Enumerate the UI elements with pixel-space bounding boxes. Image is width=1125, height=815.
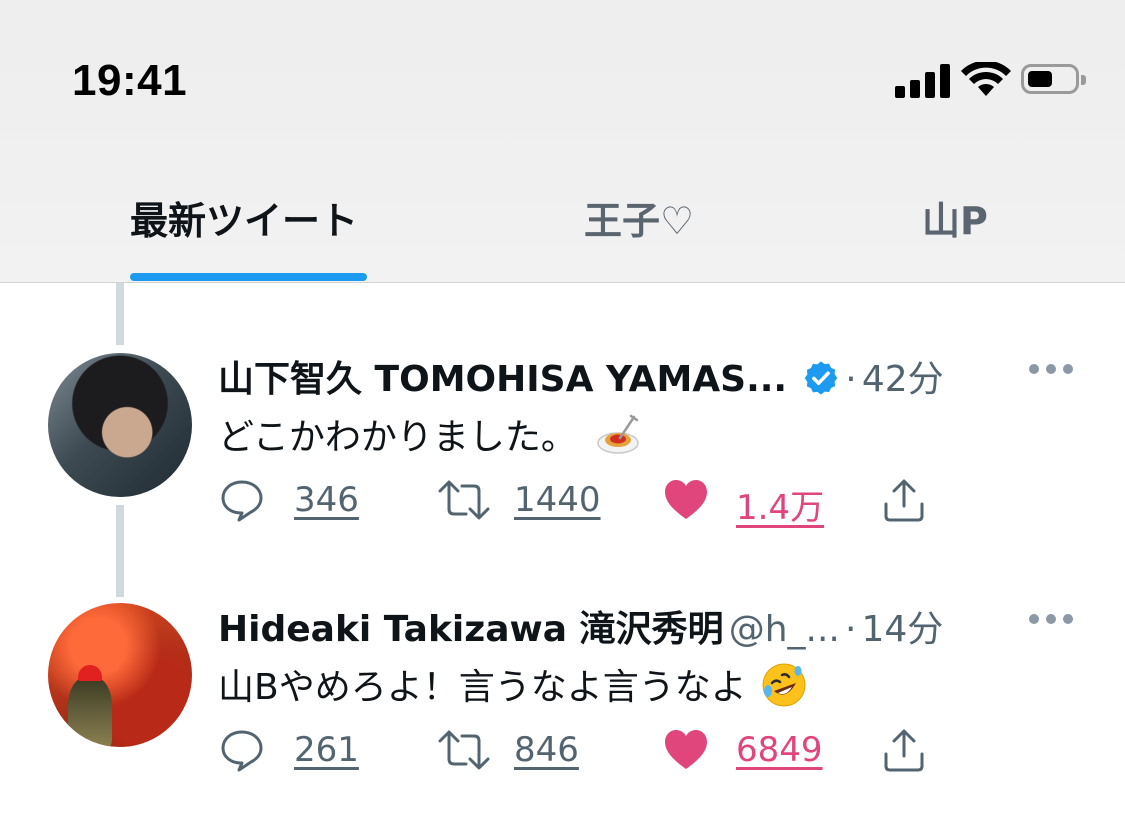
separator-dot: ·	[844, 609, 857, 650]
verified-badge-icon	[804, 361, 838, 395]
cellular-signal-icon	[895, 62, 951, 98]
avatar[interactable]	[48, 353, 192, 497]
more-options-icon[interactable]	[1029, 364, 1073, 376]
tab-bar: 最新ツイート 王子♡ 山P	[0, 180, 1125, 282]
separator-dot: ·	[845, 359, 857, 400]
tweet-header: Hideaki Takizawa 滝沢秀明 @h_... · 14分	[218, 600, 943, 650]
tab-latest-tweets[interactable]: 最新ツイート	[130, 190, 358, 245]
retweet-count[interactable]: 1440	[514, 480, 601, 520]
heart-filled-icon	[665, 480, 707, 519]
active-tab-indicator	[130, 273, 367, 281]
like-count[interactable]: 6849	[736, 730, 823, 770]
tweet-text-row: どこかわかりました。	[218, 408, 642, 460]
tweet-text: どこかわかりました。	[218, 417, 577, 458]
tweet-actions: 346 1440 1.4万	[218, 472, 978, 532]
status-time: 19:41	[72, 56, 188, 105]
thread-line	[116, 505, 124, 597]
wifi-icon	[961, 62, 1011, 96]
spaghetti-emoji	[597, 414, 640, 454]
thread-line	[116, 283, 124, 345]
tab-yamap[interactable]: 山P	[922, 190, 988, 245]
share-icon	[884, 479, 924, 522]
like-count[interactable]: 1.4万	[736, 480, 824, 529]
avatar[interactable]	[48, 603, 192, 747]
tweet-text-row: 山Bやめろよ！言うなよ言うなよ	[218, 658, 808, 710]
top-bar: 19:41 最新ツイート 王子♡ 山P	[0, 0, 1125, 283]
tweet-actions: 261 846 6849	[218, 722, 978, 782]
more-options-icon[interactable]	[1029, 614, 1073, 626]
retweet-icon	[438, 480, 490, 520]
retweet-count[interactable]: 846	[514, 730, 579, 770]
display-name[interactable]: Hideaki Takizawa 滝沢秀明	[218, 609, 724, 650]
retweet-icon	[438, 730, 490, 770]
tweet-time[interactable]: 42分	[862, 359, 944, 400]
reply-count[interactable]: 261	[294, 730, 359, 770]
tweet-text: 山Bやめろよ！言うなよ言うなよ	[218, 667, 747, 708]
heart-filled-icon	[665, 730, 707, 769]
reply-count[interactable]: 346	[294, 480, 359, 520]
tweet-header: 山下智久 TOMOHISA YAMAS... · 42分	[218, 350, 944, 400]
tweet-time[interactable]: 14分	[861, 609, 943, 650]
share-icon	[884, 729, 924, 772]
battery-icon	[1021, 64, 1086, 94]
reply-icon	[221, 480, 263, 522]
rolling-on-floor-laughing-emoji	[762, 663, 806, 707]
user-handle[interactable]: @h_...	[729, 609, 840, 650]
tab-prince[interactable]: 王子♡	[584, 190, 694, 245]
display-name[interactable]: 山下智久 TOMOHISA YAMAS...	[218, 359, 787, 400]
reply-icon	[221, 730, 263, 772]
